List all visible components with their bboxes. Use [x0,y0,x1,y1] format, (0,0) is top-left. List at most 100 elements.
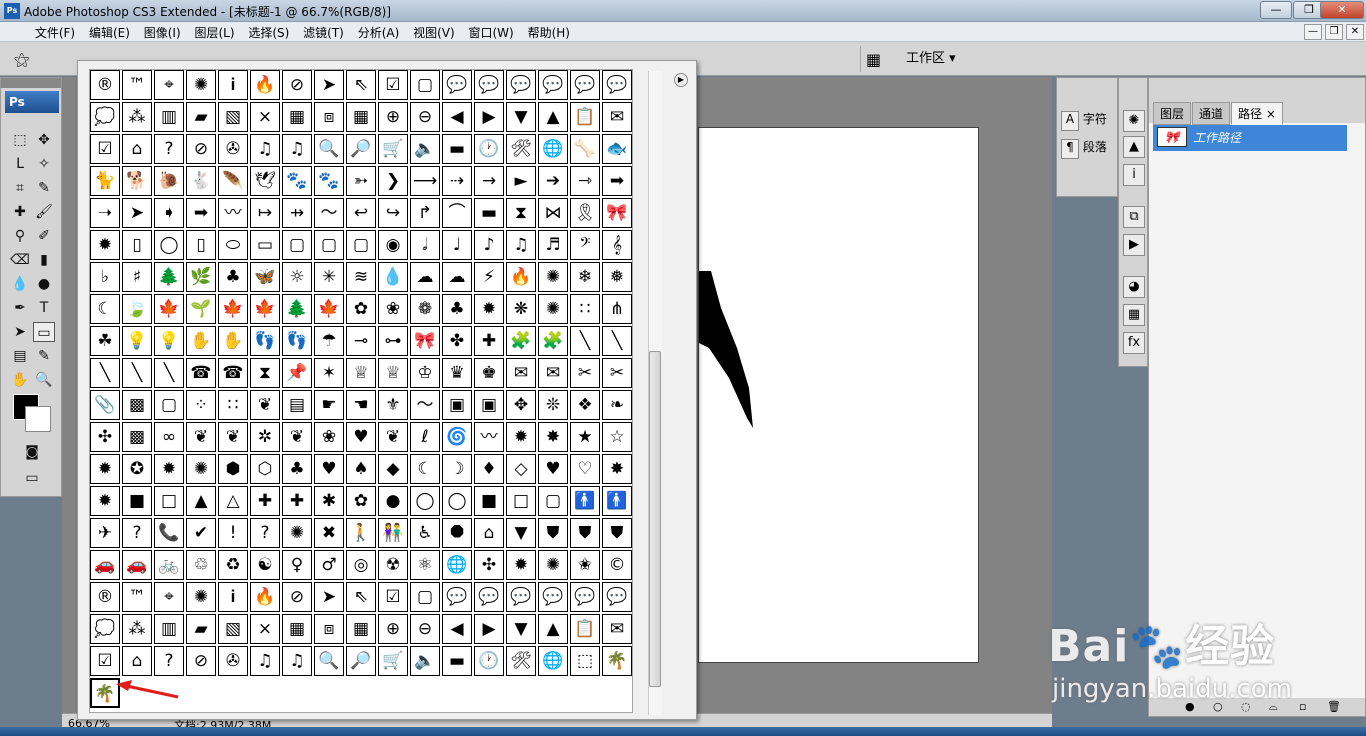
actions-icon[interactable]: ▶ [1123,234,1145,256]
shape-cell[interactable]: ▰ [186,102,216,132]
shape-cell[interactable]: ✸ [538,422,568,452]
shape-cell[interactable]: 〜 [314,198,344,228]
shape-cell[interactable]: ▢ [154,390,184,420]
shape-cell[interactable]: 🎗 [570,198,600,228]
shape-cell[interactable]: 🌲 [154,262,184,292]
shape-cell[interactable]: ⚛ [410,550,440,580]
shape-cell[interactable]: ♠ [346,454,376,484]
shape-cell[interactable]: 🌐 [538,134,568,164]
menu-image[interactable]: 图像(I) [139,22,186,43]
shape-cell[interactable]: 🔎 [346,646,376,676]
shape-cell[interactable]: 💧 [378,262,408,292]
shape-cell[interactable]: 🔈 [410,646,440,676]
shape-cell[interactable]: ╲ [602,326,632,356]
shape-cell[interactable]: 📞 [154,518,184,548]
shape-cell[interactable]: ▦ [282,614,312,644]
ps-logo[interactable]: Ps [5,91,59,113]
shape-cell[interactable]: 🔥 [506,262,536,292]
shape-cell[interactable]: 🔥 [250,582,280,612]
shape-cell[interactable]: ∷ [570,294,600,324]
shape-cell[interactable]: 👣 [282,326,312,356]
shape-cell[interactable]: ◯ [442,486,472,516]
fx-icon[interactable]: fx [1123,332,1145,354]
shape-cell[interactable]: 🌐 [538,646,568,676]
shape-cell[interactable]: 💬 [602,582,632,612]
shape-cell[interactable]: 🎀 [410,326,440,356]
shape-cell[interactable]: ✹ [506,422,536,452]
shape-cell[interactable]: ✺ [186,582,216,612]
shape-cell[interactable]: ⊘ [186,134,216,164]
tab-paths[interactable]: 路径 × [1231,102,1283,125]
shape-cell[interactable]: □ [506,486,536,516]
shape-cell[interactable]: ◀ [442,102,472,132]
shape-cell[interactable]: ✳ [314,262,344,292]
shape-cell[interactable]: ♚ [474,358,504,388]
shape-cell[interactable]: ❋ [506,294,536,324]
shape-cell[interactable]: ℓ [410,422,440,452]
shape-cell[interactable]: ➡ [602,166,632,196]
shape-cell[interactable]: ⨯ [250,614,280,644]
shape-cell[interactable]: ⇖ [346,582,376,612]
shape-cell[interactable]: ⬢ [218,454,248,484]
shape-cell[interactable]: ✋ [186,326,216,356]
shape-cell[interactable]: ◯ [154,230,184,260]
shape-cell[interactable]: ➤ [314,70,344,100]
shape-cell[interactable]: ⧗ [506,198,536,228]
shape-cell[interactable]: ❦ [186,422,216,452]
shape-cell[interactable]: ✺ [186,454,216,484]
shape-cell[interactable]: ✺ [538,294,568,324]
menu-filter[interactable]: 滤镜(T) [298,22,349,43]
shape-cell[interactable]: ◎ [346,550,376,580]
shape-cell[interactable]: ✸ [602,454,632,484]
background-color-swatch[interactable] [25,406,51,432]
shape-cell[interactable]: ❁ [410,294,440,324]
shape-cell[interactable]: ❦ [282,422,312,452]
shape-cell[interactable]: ⋈ [538,198,568,228]
shape-cell[interactable]: ⧈ [314,614,344,644]
shape-cell[interactable]: ⊸ [346,326,376,356]
shape-cell[interactable]: ☚ [346,390,376,420]
shape-cell[interactable]: 💬 [570,70,600,100]
shape-cell[interactable]: 💬 [474,70,504,100]
shape-cell[interactable]: ✤ [442,326,472,356]
shape-cell[interactable]: ♲ [186,550,216,580]
shape-cell[interactable]: ❯ [378,166,408,196]
shape-cell[interactable]: 🧩 [506,326,536,356]
shape-cell[interactable]: 🛒 [378,134,408,164]
shape-cell[interactable]: ➡ [186,198,216,228]
shape-cell[interactable]: ? [122,518,152,548]
screen-mode-icon[interactable]: ▭ [21,468,43,488]
shape-cell[interactable]: ◀ [442,614,472,644]
shape-cell[interactable]: 🌴 [602,646,632,676]
menu-layer[interactable]: 图层(L) [189,22,239,43]
shape-cell[interactable]: ■ [474,486,504,516]
shape-cell[interactable]: ✿ [346,486,376,516]
shape-cell[interactable]: ⬭ [218,230,248,260]
shape-cell[interactable]: 🍁 [314,294,344,324]
shape-cell[interactable]: ☼ [282,262,312,292]
shape-cell[interactable]: 🐕 [122,166,152,196]
menu-select[interactable]: 选择(S) [243,22,294,43]
shape-cell[interactable]: ↪ [378,198,408,228]
shape-cell[interactable]: ▼ [506,102,536,132]
shape-cell[interactable]: ❀ [314,422,344,452]
shape-cell[interactable]: ► [506,166,536,196]
shape-cell[interactable]: ▥ [154,102,184,132]
shape-cell[interactable]: 🔎 [346,134,376,164]
swatches-icon[interactable]: ◕ [1123,276,1145,298]
zoom-tool-icon[interactable]: 🔍 [33,370,55,390]
shape-cell[interactable]: ✂ [602,358,632,388]
shape-cell[interactable]: ➧ [154,198,184,228]
shape-cell[interactable]: ☾ [90,294,120,324]
shape-cell[interactable]: ✹ [506,550,536,580]
shape-cell[interactable]: ✿ [346,294,376,324]
shape-cell[interactable]: 💡 [122,326,152,356]
tab-layers[interactable]: 图层 [1153,102,1192,125]
shape-cell[interactable]: ⇖ [346,70,376,100]
shape-cell[interactable]: ⌖ [154,70,184,100]
shape-cell[interactable]: 𝐢 [218,582,248,612]
toolbox-header[interactable] [1,78,61,88]
shape-cell[interactable]: 🔍 [314,646,344,676]
shape-cell[interactable]: ❦ [250,390,280,420]
magic-wand-icon[interactable]: ✧ [33,154,55,174]
